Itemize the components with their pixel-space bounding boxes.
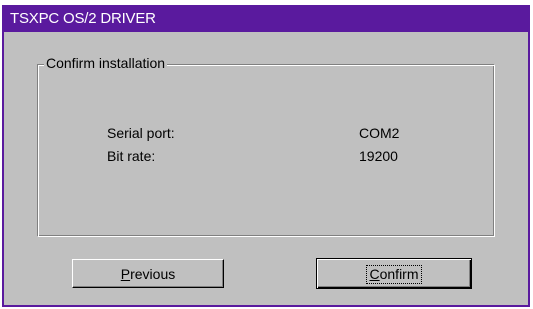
bit-rate-value: 19200: [359, 148, 398, 164]
previous-button[interactable]: Previous: [72, 259, 224, 288]
confirm-installation-groupbox: [37, 64, 495, 237]
previous-label-rest: revious: [130, 265, 176, 282]
previous-accelerator: P: [120, 265, 131, 282]
title-bar[interactable]: TSXPC OS/2 DRIVER: [4, 5, 528, 32]
groupbox-legend: Confirm installation: [44, 55, 168, 71]
window-title: TSXPC OS/2 DRIVER: [10, 10, 156, 27]
serial-port-label: Serial port:: [107, 125, 175, 141]
bit-rate-label: Bit rate:: [107, 148, 156, 164]
serial-port-value: COM2: [359, 125, 400, 141]
confirm-accelerator: C: [369, 265, 380, 282]
dialog-window: TSXPC OS/2 DRIVER Confirm installation S…: [2, 5, 530, 307]
confirm-button[interactable]: Confirm: [316, 258, 472, 289]
confirm-button-label: Confirm: [366, 264, 422, 284]
previous-button-label: Previous: [119, 266, 177, 283]
confirm-label-rest: onfirm: [379, 265, 419, 282]
